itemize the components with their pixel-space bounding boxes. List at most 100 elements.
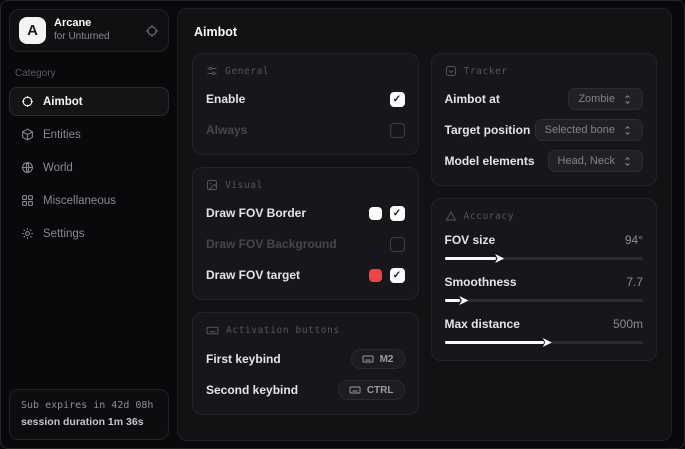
setting-label: Target position — [445, 123, 531, 137]
activation-buttons-card: Activation buttons First keybind M2 Seco… — [192, 312, 419, 415]
subscription-status-card: Sub expires in 42d 08h session duration … — [9, 389, 169, 440]
setting-label: FOV size — [445, 233, 496, 247]
page-title: Aimbot — [194, 25, 655, 39]
fov-size-slider[interactable] — [445, 254, 644, 263]
card-title: Activation buttons — [226, 325, 340, 336]
globe-icon — [20, 161, 34, 174]
unfold-icon — [622, 94, 633, 105]
color-swatch[interactable] — [369, 269, 382, 282]
setting-row-model-elements: Model elements Head, Neck — [445, 150, 644, 172]
setting-row-always: Always ✓ — [206, 119, 405, 141]
setting-label: Second keybind — [206, 383, 298, 397]
enable-checkbox[interactable]: ✓ — [390, 92, 405, 107]
session-duration-text: session duration 1m 36s — [21, 414, 157, 431]
card-title: Visual — [225, 180, 263, 191]
smoothness-slider[interactable] — [445, 296, 644, 305]
unfold-icon — [622, 125, 633, 136]
setting-label: Always — [206, 123, 247, 137]
color-swatch[interactable] — [369, 207, 382, 220]
app-subtitle: for Unturned — [54, 31, 137, 44]
second-keybind-button[interactable]: CTRL — [338, 380, 405, 400]
sidebar-nav: Aimbot Entities World Miscellaneous Sett… — [9, 87, 169, 248]
unfold-icon — [622, 156, 633, 167]
slider-fill — [445, 257, 497, 260]
keyboard-icon — [362, 353, 374, 365]
setting-row-fov-border: Draw FOV Border ✓ — [206, 202, 405, 224]
check-icon: ✓ — [393, 94, 401, 105]
sidebar-item-aimbot[interactable]: Aimbot — [9, 87, 169, 116]
target-position-select[interactable]: Selected bone — [535, 119, 643, 141]
sidebar: A Arcane for Unturned Category Aimbot En… — [1, 1, 177, 448]
setting-label: Model elements — [445, 154, 535, 168]
max-distance-value: 500m — [613, 317, 643, 331]
entities-icon — [20, 128, 34, 141]
keyboard-icon — [349, 384, 361, 396]
setting-label: Enable — [206, 92, 245, 106]
model-elements-select[interactable]: Head, Neck — [548, 150, 643, 172]
setting-row-second-keybind: Second keybind CTRL — [206, 379, 405, 401]
sub-expiry-text: Sub expires in 42d 08h — [21, 398, 157, 414]
sidebar-item-entities[interactable]: Entities — [9, 120, 169, 149]
card-title: Accuracy — [464, 211, 515, 222]
setting-row-target-position: Target position Selected bone — [445, 119, 644, 141]
app-name: Arcane — [54, 17, 137, 31]
setting-row-aimbot-at: Aimbot at Zombie — [445, 88, 644, 110]
fov-target-checkbox[interactable]: ✓ — [390, 268, 405, 283]
check-icon: ✓ — [393, 270, 401, 281]
slider-fill — [445, 299, 461, 302]
grid-icon — [20, 194, 34, 207]
select-value: Zombie — [578, 93, 615, 105]
select-value: Head, Neck — [558, 155, 615, 167]
sidebar-item-label: Entities — [43, 129, 81, 141]
visual-card: Visual Draw FOV Border ✓ Draw FOV Backgr… — [192, 167, 419, 300]
setting-label: Draw FOV Border — [206, 206, 306, 220]
sidebar-item-label: Miscellaneous — [43, 195, 116, 207]
sidebar-item-label: Aimbot — [43, 96, 83, 108]
sidebar-item-label: World — [43, 162, 73, 174]
max-distance-slider[interactable] — [445, 338, 644, 347]
crosshair-settings-icon[interactable] — [145, 24, 159, 38]
brand-card: A Arcane for Unturned — [9, 9, 169, 52]
category-label: Category — [15, 68, 163, 79]
main-panel: Aimbot General Enable ✓ Always ✓ — [177, 8, 672, 441]
gear-icon — [20, 227, 34, 240]
general-card: General Enable ✓ Always ✓ — [192, 53, 419, 155]
sidebar-item-settings[interactable]: Settings — [9, 219, 169, 248]
crosshair-icon — [20, 95, 34, 108]
fov-size-value: 94° — [625, 233, 643, 247]
fov-background-checkbox[interactable]: ✓ — [390, 237, 405, 252]
slider-track — [445, 299, 644, 302]
setting-row-smoothness: Smoothness 7.7 — [445, 275, 644, 305]
select-value: Selected bone — [545, 124, 615, 136]
always-checkbox[interactable]: ✓ — [390, 123, 405, 138]
setting-label: Max distance — [445, 317, 520, 331]
setting-row-fov-background: Draw FOV Background ✓ — [206, 233, 405, 255]
setting-label: Smoothness — [445, 275, 517, 289]
sidebar-item-world[interactable]: World — [9, 153, 169, 182]
card-title: Tracker — [464, 66, 508, 77]
sidebar-item-miscellaneous[interactable]: Miscellaneous — [9, 186, 169, 215]
setting-row-first-keybind: First keybind M2 — [206, 348, 405, 370]
first-keybind-button[interactable]: M2 — [351, 349, 405, 369]
setting-row-max-distance: Max distance 500m — [445, 317, 644, 347]
keybind-value: CTRL — [367, 385, 394, 396]
accuracy-card: Accuracy FOV size 94° — [431, 198, 658, 361]
setting-label: First keybind — [206, 352, 281, 366]
sidebar-item-label: Settings — [43, 228, 85, 240]
tracker-card: Tracker Aimbot at Zombie Target position… — [431, 53, 658, 186]
setting-label: Draw FOV Background — [206, 237, 337, 251]
slider-fill — [445, 341, 544, 344]
setting-label: Draw FOV target — [206, 268, 300, 282]
smoothness-value: 7.7 — [626, 275, 643, 289]
triangle-icon — [445, 210, 457, 222]
aimbot-at-select[interactable]: Zombie — [568, 88, 643, 110]
fov-border-checkbox[interactable]: ✓ — [390, 206, 405, 221]
app-logo: A — [19, 17, 46, 44]
keyboard-icon — [206, 324, 219, 337]
card-title: General — [225, 66, 269, 77]
visual-icon — [206, 179, 218, 191]
setting-label: Aimbot at — [445, 92, 500, 106]
sliders-icon — [206, 65, 218, 77]
setting-row-fov-target: Draw FOV target ✓ — [206, 264, 405, 286]
keybind-value: M2 — [380, 354, 394, 365]
